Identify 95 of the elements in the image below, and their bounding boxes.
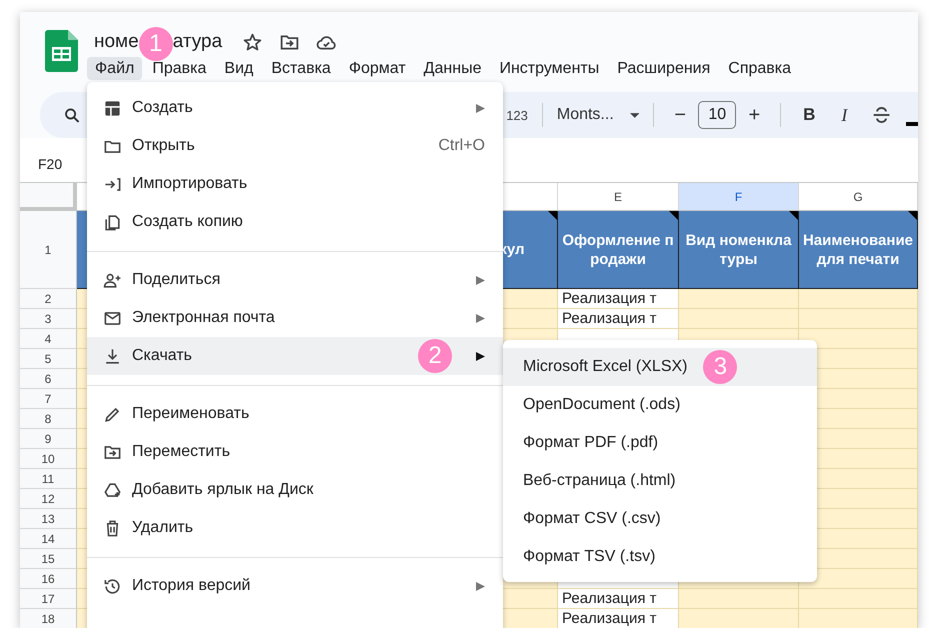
row-header[interactable]: 3 (20, 309, 77, 329)
row-header[interactable]: 14 (20, 529, 77, 549)
increase-size-button[interactable]: + (748, 104, 760, 126)
menu-bar-item[interactable]: Данные (416, 59, 490, 78)
menu-item[interactable]: История версий (87, 567, 503, 605)
sheets-logo-icon[interactable] (45, 30, 78, 72)
row-header[interactable]: 10 (20, 449, 77, 469)
column-header[interactable]: F (679, 183, 799, 211)
font-size-field[interactable]: 10 (698, 101, 736, 129)
submenu-item-label: Microsoft Excel (XLSX) (523, 358, 688, 376)
header-cell: Оформление продажи (558, 211, 679, 289)
submenu-item[interactable]: Формат TSV (.tsv) (503, 538, 817, 576)
menu-item-label: Импортировать (132, 175, 248, 193)
row-header[interactable]: 13 (20, 509, 77, 529)
table-cell: Реализация т (558, 589, 679, 609)
row-header[interactable]: 18 (20, 609, 77, 628)
menu-item-label: Открыть (132, 137, 195, 155)
submenu-item-label: Веб-страница (.html) (523, 472, 676, 490)
column-header[interactable]: G (799, 183, 918, 211)
menu-item-label: Переместить (132, 443, 230, 461)
search-icon[interactable] (63, 106, 82, 124)
row-header[interactable]: 15 (20, 549, 77, 569)
menu-item-label: Удалить (132, 519, 194, 537)
menu-item[interactable]: Создать (87, 89, 503, 127)
submenu-item[interactable]: Формат PDF (.pdf) (503, 424, 817, 462)
menu-item[interactable]: Скачать 2 (87, 337, 503, 375)
header-cell: Вид номенклатуры (679, 211, 799, 289)
menu-item-label: Поделиться (132, 271, 220, 289)
row-header[interactable]: 11 (20, 469, 77, 489)
step-number-badge: 3 (703, 350, 738, 384)
star-icon[interactable] (242, 32, 264, 52)
menu-item-label: История версий (132, 577, 250, 595)
row-header[interactable]: 7 (20, 389, 77, 409)
drive-plus-icon (103, 480, 122, 500)
copy-icon (103, 212, 122, 232)
menu-item[interactable]: Импортировать (87, 165, 503, 203)
menu-bar-item[interactable]: Справка (720, 59, 800, 78)
text-color-bar-icon[interactable] (906, 122, 918, 126)
menu-item[interactable]: Переместить (87, 433, 503, 471)
menu-item-label: Создать копию (132, 213, 243, 231)
menu-item-label: Добавить ярлык на Диск (132, 481, 314, 499)
submenu-item-label: OpenDocument (.ods) (523, 396, 680, 414)
submenu-item[interactable]: Microsoft Excel (XLSX) 3 (503, 348, 817, 386)
column-header[interactable]: E (558, 183, 679, 211)
submenu-item[interactable]: Формат CSV (.csv) (503, 500, 817, 538)
menu-item[interactable]: Добавить ярлык на Диск (87, 471, 503, 509)
menu-item-label: Электронная почта (132, 309, 275, 327)
row-header[interactable]: 5 (20, 349, 77, 369)
row-header[interactable]: 16 (20, 569, 77, 589)
submenu-item[interactable]: OpenDocument (.ods) (503, 386, 817, 424)
menu-item-label: Скачать (132, 347, 192, 365)
menu-item-label: Создать (132, 99, 193, 117)
document-title[interactable]: атура (172, 31, 222, 53)
font-dropdown[interactable]: Monts... (556, 106, 626, 124)
row-header[interactable]: 2 (20, 289, 77, 309)
table-plus-icon (103, 98, 122, 118)
menu-item[interactable]: Открыть Ctrl+O (87, 127, 503, 165)
menu-bar-item[interactable]: Вставка (263, 59, 339, 78)
menu-bar-item[interactable]: Файл (87, 57, 142, 80)
bold-button[interactable]: B (803, 105, 816, 125)
menu-bar-item[interactable]: Вид (216, 59, 262, 78)
menu-bar-item[interactable]: Инструменты (491, 59, 608, 78)
menu-bar-item[interactable]: Формат (340, 59, 414, 78)
row-header[interactable]: 9 (20, 429, 77, 449)
table-cell: Реализация т (558, 289, 679, 309)
row-header[interactable]: 1 (20, 211, 77, 289)
step-number-badge: 1 (138, 27, 173, 61)
name-box[interactable]: F20 (38, 156, 62, 172)
menu-item[interactable]: Электронная почта (87, 299, 503, 337)
header-cell: Наименование для печати (799, 211, 918, 289)
menu-bar-item[interactable]: Расширения (609, 59, 718, 78)
decrease-size-button[interactable]: − (674, 104, 686, 126)
menu-item[interactable]: Переименовать (87, 395, 503, 433)
row-header[interactable]: 17 (20, 589, 77, 609)
row-header[interactable]: 12 (20, 489, 77, 509)
row-header[interactable]: 4 (20, 329, 77, 349)
number-format-button[interactable]: 123 (506, 108, 528, 122)
document-title[interactable]: номе (94, 31, 139, 53)
italic-button[interactable]: I (841, 104, 848, 126)
history-icon (103, 576, 122, 596)
submenu-item[interactable]: Веб-страница (.html) (503, 462, 817, 500)
menu-item-label: Переименовать (132, 405, 250, 423)
strikethrough-icon[interactable] (871, 104, 892, 126)
step-number-badge: 2 (418, 339, 452, 373)
menu-bar-item[interactable]: Правка (144, 59, 214, 78)
submenu-item-label: Формат TSV (.tsv) (523, 548, 656, 566)
menu-item[interactable]: Удалить (87, 509, 503, 547)
row-header[interactable]: 8 (20, 409, 77, 429)
submenu-item-label: Формат CSV (.csv) (523, 510, 661, 528)
download-icon (103, 346, 122, 366)
row-header[interactable]: 6 (20, 369, 77, 389)
submenu-item-label: Формат PDF (.pdf) (523, 434, 658, 452)
shortcut-text: Ctrl+O (438, 137, 485, 155)
caret-icon[interactable] (630, 112, 640, 118)
table-cell: Реализация т (558, 309, 679, 329)
